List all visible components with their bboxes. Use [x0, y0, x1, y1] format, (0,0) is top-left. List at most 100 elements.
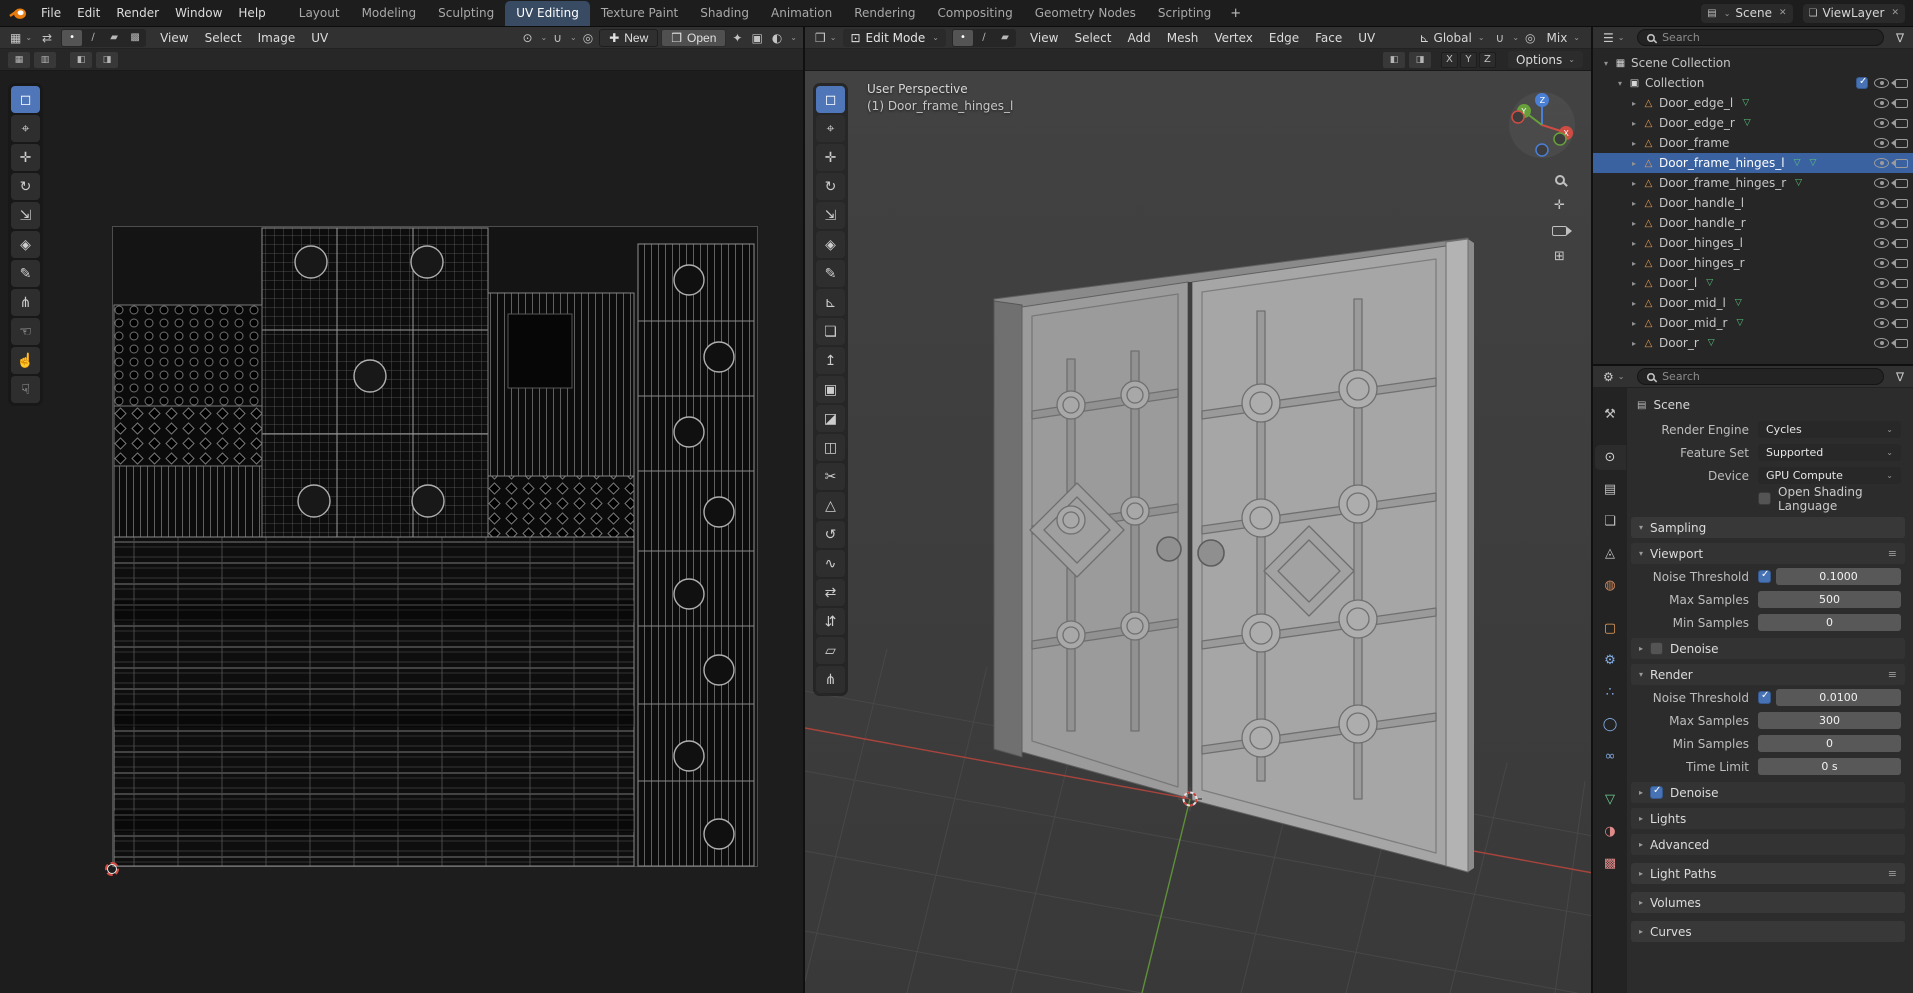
- properties-tab-render[interactable]: ⊙: [1594, 445, 1626, 470]
- noise-threshold-checkbox[interactable]: [1758, 569, 1771, 583]
- uv-tool-scale[interactable]: ⇲: [11, 202, 40, 229]
- viewport-tool-smooth[interactable]: ∿: [816, 550, 845, 577]
- viewport-tool-add-cube[interactable]: ❏: [816, 318, 845, 345]
- properties-tab-constraints[interactable]: ∞: [1595, 744, 1626, 769]
- snap-toggle-button[interactable]: ∪: [1493, 29, 1508, 47]
- ortho-toggle-icon[interactable]: ⊞: [1554, 249, 1565, 264]
- tool-mode-intersect-button[interactable]: ◨: [96, 51, 118, 68]
- mode-dropdown[interactable]: ⊡ Edit Mode ⌄: [843, 28, 946, 47]
- advanced-panel-header[interactable]: ▸ Advanced: [1631, 834, 1905, 855]
- preset-menu-icon[interactable]: ≡: [1888, 547, 1897, 560]
- workspace-tab-rendering[interactable]: Rendering: [843, 1, 926, 26]
- menu-window[interactable]: Window: [167, 3, 230, 23]
- hide-in-viewport-icon[interactable]: [1874, 238, 1889, 248]
- uv-canvas[interactable]: ◻ ⌖ ✛ ↻ ⇲ ◈ ✎ ⋔ ☜ ☝ ☟: [0, 71, 803, 993]
- uv-layout[interactable]: [112, 226, 758, 867]
- outliner-row-door-frame-hinges-r[interactable]: ▸ △ Door_frame_hinges_r ▽: [1593, 173, 1913, 193]
- menu-help[interactable]: Help: [230, 3, 273, 23]
- properties-tab-particles[interactable]: ∴: [1595, 680, 1626, 705]
- disclosure-icon[interactable]: ▸: [1627, 179, 1641, 188]
- uv-tool-relax[interactable]: ☝: [11, 347, 40, 374]
- viewport-denoise-checkbox[interactable]: [1650, 642, 1664, 655]
- falloff-dropdown[interactable]: Mix ⌄: [1542, 31, 1586, 45]
- outliner-row-door-frame-hinges-l[interactable]: ▸ △ Door_frame_hinges_l ▽ ▽: [1593, 153, 1913, 173]
- transform-pivot-button[interactable]: ◧: [1382, 51, 1405, 68]
- hide-in-viewport-icon[interactable]: [1874, 118, 1889, 128]
- uv-select-vertex-button[interactable]: •: [62, 29, 83, 46]
- outliner-row-door-edge-r[interactable]: ▸ △ Door_edge_r ▽: [1593, 113, 1913, 133]
- outliner-row-scene-collection[interactable]: ▾ ▦ Scene Collection: [1593, 53, 1913, 73]
- disable-in-render-icon[interactable]: [1891, 238, 1908, 248]
- workspace-tab-scripting[interactable]: Scripting: [1147, 1, 1222, 26]
- disable-in-render-icon[interactable]: [1891, 198, 1908, 208]
- render-engine-dropdown[interactable]: Cycles ⌄: [1758, 421, 1901, 438]
- workspace-tab-compositing[interactable]: Compositing: [926, 1, 1023, 26]
- viewport-tool-shrink-fatten[interactable]: ⇵: [816, 608, 845, 635]
- disable-in-render-icon[interactable]: [1891, 178, 1908, 188]
- outliner-row-door-l[interactable]: ▸ △ Door_l ▽: [1593, 273, 1913, 293]
- pivot-point-button[interactable]: ⊙: [519, 29, 535, 47]
- disclosure-icon[interactable]: ▸: [1627, 259, 1641, 268]
- properties-tab-tool[interactable]: ⚒: [1595, 402, 1626, 427]
- properties-tab-modifiers[interactable]: ⚙: [1595, 648, 1626, 673]
- unlink-scene-icon[interactable]: ✕: [1779, 8, 1787, 18]
- pin-image-icon[interactable]: ✦: [729, 29, 745, 47]
- outliner-search-input[interactable]: [1662, 31, 1875, 44]
- tool-mode-subtract-button[interactable]: ◧: [70, 51, 92, 68]
- zoom-icon[interactable]: [1554, 175, 1565, 185]
- vertex-select-button[interactable]: •: [952, 29, 973, 46]
- uv-tool-rip-region[interactable]: ⋔: [11, 289, 40, 316]
- uv-tool-grab[interactable]: ☜: [11, 318, 40, 345]
- menu-render[interactable]: Render: [108, 3, 167, 23]
- uv-select-edge-button[interactable]: ∕: [83, 30, 103, 46]
- hide-in-viewport-icon[interactable]: [1874, 218, 1889, 228]
- hide-in-viewport-icon[interactable]: [1874, 158, 1889, 168]
- volumes-panel-header[interactable]: ▸ Volumes: [1631, 892, 1905, 913]
- viewport-tool-move[interactable]: ✛: [816, 144, 845, 171]
- workspace-tab-shading[interactable]: Shading: [689, 1, 760, 26]
- properties-search-input[interactable]: [1662, 370, 1875, 383]
- hide-in-viewport-icon[interactable]: [1874, 338, 1889, 348]
- edge-select-button[interactable]: ∕: [974, 30, 994, 46]
- scene-selector[interactable]: ▤ ⌄ Scene ✕: [1701, 3, 1793, 23]
- viewport-editor-type-button[interactable]: ❒ ⌄: [811, 29, 840, 47]
- denoise-panel-header[interactable]: ▸ Denoise: [1631, 782, 1905, 803]
- uv-menu-image[interactable]: Image: [250, 28, 304, 48]
- osl-checkbox[interactable]: [1758, 492, 1771, 505]
- filter-icon[interactable]: ∇: [1893, 31, 1907, 45]
- viewport-3d-scene[interactable]: [805, 71, 1591, 993]
- curves-panel-header[interactable]: ▸ Curves: [1631, 921, 1905, 942]
- viewport-menu-face[interactable]: Face: [1307, 28, 1350, 48]
- disable-in-render-icon[interactable]: [1891, 138, 1908, 148]
- disable-in-render-icon[interactable]: [1891, 78, 1908, 88]
- properties-tab-object-data[interactable]: ▽: [1595, 787, 1626, 812]
- add-workspace-button[interactable]: +: [1222, 2, 1249, 25]
- viewport-tool-transform[interactable]: ◈: [816, 231, 845, 258]
- mirror-axis-z[interactable]: Z: [1478, 51, 1496, 68]
- uv-select-face-button[interactable]: ▰: [104, 30, 124, 46]
- disable-in-render-icon[interactable]: [1891, 278, 1908, 288]
- properties-tab-output[interactable]: ▤: [1595, 477, 1626, 502]
- uv-menu-select[interactable]: Select: [197, 28, 250, 48]
- hide-in-viewport-icon[interactable]: [1874, 78, 1889, 88]
- viewport-menu-select[interactable]: Select: [1066, 28, 1119, 48]
- viewport-tool-scale[interactable]: ⇲: [816, 202, 845, 229]
- properties-tab-view-layer[interactable]: ❏: [1595, 509, 1626, 534]
- uv-editor-type-button[interactable]: ▦ ⌄: [6, 29, 36, 47]
- workspace-tab-uv-editing[interactable]: UV Editing: [505, 0, 590, 26]
- workspace-tab-animation[interactable]: Animation: [760, 1, 843, 26]
- uv-tool-transform[interactable]: ◈: [11, 231, 40, 258]
- max-samples-field[interactable]: 300: [1758, 712, 1901, 729]
- viewport-tool-loop-cut[interactable]: ◫: [816, 434, 845, 461]
- uv-menu-view[interactable]: View: [152, 28, 196, 48]
- disable-in-render-icon[interactable]: [1891, 298, 1908, 308]
- viewport-tool-rotate[interactable]: ↻: [816, 173, 845, 200]
- denoise-checkbox[interactable]: [1650, 785, 1664, 799]
- pan-hand-icon[interactable]: ✛: [1554, 198, 1565, 213]
- workspace-tab-layout[interactable]: Layout: [288, 1, 351, 26]
- transform-orientation-dropdown[interactable]: ⊾ Global ⌄: [1414, 31, 1489, 45]
- menu-file[interactable]: File: [33, 3, 69, 23]
- snap-toggle-button[interactable]: ∪: [550, 29, 565, 47]
- preset-menu-icon[interactable]: ≡: [1888, 867, 1897, 880]
- uv-tool-rotate[interactable]: ↻: [11, 173, 40, 200]
